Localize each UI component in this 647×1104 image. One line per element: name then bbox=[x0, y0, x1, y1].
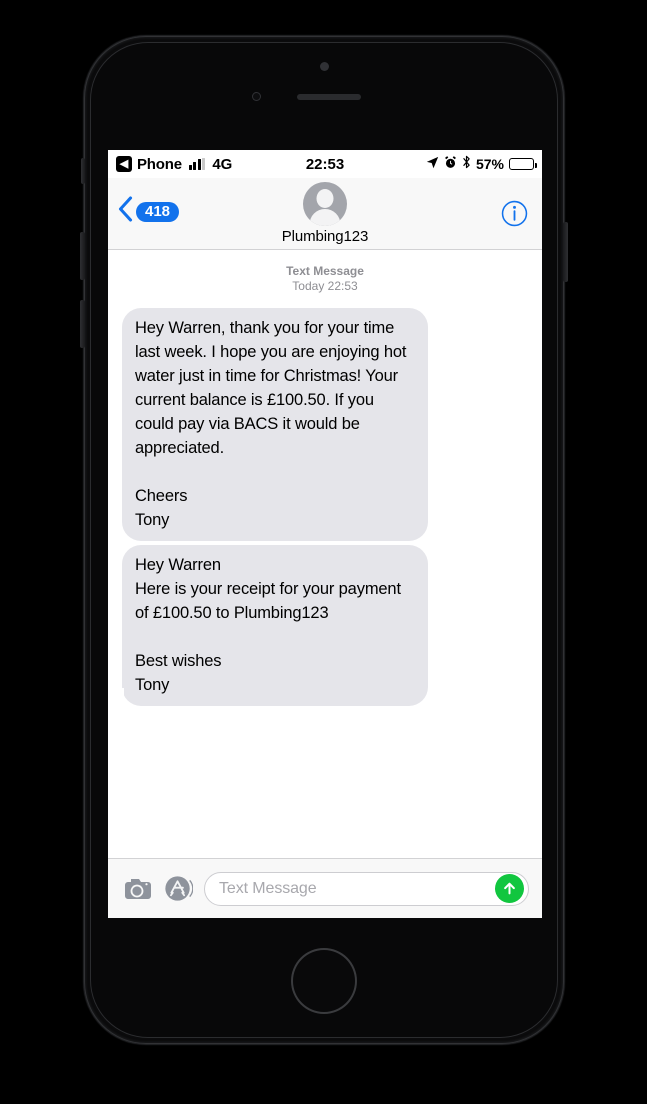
status-bar: ◀ Phone 4G 22:53 57% bbox=[108, 150, 542, 178]
contact-header[interactable]: Plumbing123 bbox=[108, 182, 542, 245]
message-type-label: Text Message bbox=[286, 264, 364, 278]
location-arrow-icon bbox=[426, 156, 439, 173]
message-input-toolbar bbox=[108, 858, 542, 918]
message-divider: Text Message Today 22:53 bbox=[108, 264, 542, 294]
message-input[interactable] bbox=[219, 879, 495, 898]
return-app-label[interactable]: Phone bbox=[137, 156, 182, 173]
info-button[interactable] bbox=[501, 200, 528, 232]
message-list[interactable]: Text Message Today 22:53 Hey Warren, tha… bbox=[108, 250, 542, 858]
front-camera bbox=[320, 62, 329, 71]
phone-screen: ◀ Phone 4G 22:53 57% 418 Plumbing123 Tex… bbox=[108, 150, 542, 918]
avatar[interactable] bbox=[303, 182, 347, 226]
message-row: Hey Warren Here is your receipt for your… bbox=[108, 545, 542, 706]
message-bubble[interactable]: Hey Warren Here is your receipt for your… bbox=[113, 545, 428, 706]
status-bar-right: 57% bbox=[426, 155, 537, 173]
contact-name-label: Plumbing123 bbox=[281, 228, 369, 245]
back-to-phone-icon[interactable]: ◀ bbox=[116, 156, 132, 172]
conversation-nav-bar: 418 Plumbing123 bbox=[108, 178, 542, 250]
message-input-field[interactable] bbox=[204, 871, 529, 906]
volume-down-button[interactable] bbox=[80, 300, 85, 348]
signal-strength-icon bbox=[188, 158, 206, 170]
battery-icon bbox=[509, 158, 537, 170]
send-button[interactable] bbox=[495, 874, 524, 903]
alarm-clock-icon bbox=[444, 155, 457, 173]
message-bubble[interactable]: Hey Warren, thank you for your time last… bbox=[122, 308, 428, 541]
power-button[interactable] bbox=[563, 222, 568, 282]
battery-percentage-label: 57% bbox=[475, 156, 504, 172]
message-timestamp-label: Today 22:53 bbox=[292, 279, 358, 293]
volume-up-button[interactable] bbox=[80, 232, 85, 280]
app-store-icon[interactable] bbox=[164, 874, 193, 903]
network-type-label: 4G bbox=[212, 155, 233, 173]
proximity-sensor bbox=[252, 92, 261, 101]
mute-switch[interactable] bbox=[81, 158, 85, 184]
earpiece-speaker bbox=[297, 94, 361, 100]
home-button[interactable] bbox=[291, 948, 357, 1014]
bluetooth-icon bbox=[462, 155, 471, 173]
camera-icon[interactable] bbox=[121, 876, 153, 902]
status-bar-left: ◀ Phone 4G bbox=[116, 156, 232, 173]
message-row: Hey Warren, thank you for your time last… bbox=[108, 308, 542, 541]
